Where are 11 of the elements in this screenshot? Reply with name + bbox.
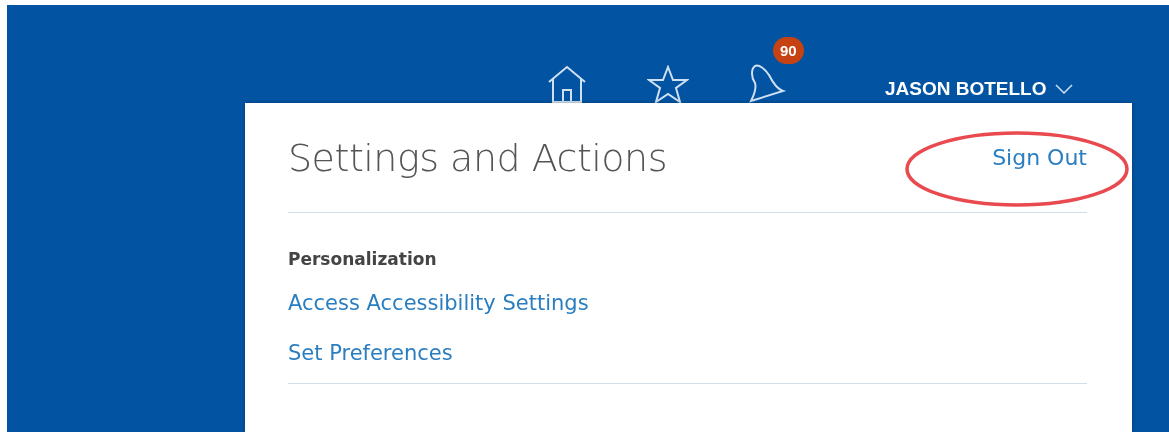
notification-badge: 90 — [773, 37, 804, 64]
home-icon[interactable] — [547, 65, 587, 103]
section-heading: Personalization — [288, 249, 437, 269]
sign-out-link[interactable]: Sign Out — [992, 145, 1087, 170]
settings-link[interactable]: Set Preferences — [288, 341, 453, 365]
panel-title: Settings and Actions — [288, 135, 667, 180]
star-icon[interactable] — [647, 65, 689, 103]
user-menu[interactable]: JASON BOTELLO — [885, 78, 1073, 100]
settings-link[interactable]: Access Accessibility Settings — [288, 291, 589, 315]
chevron-down-icon — [1054, 84, 1073, 94]
bell-icon[interactable] — [747, 63, 787, 103]
